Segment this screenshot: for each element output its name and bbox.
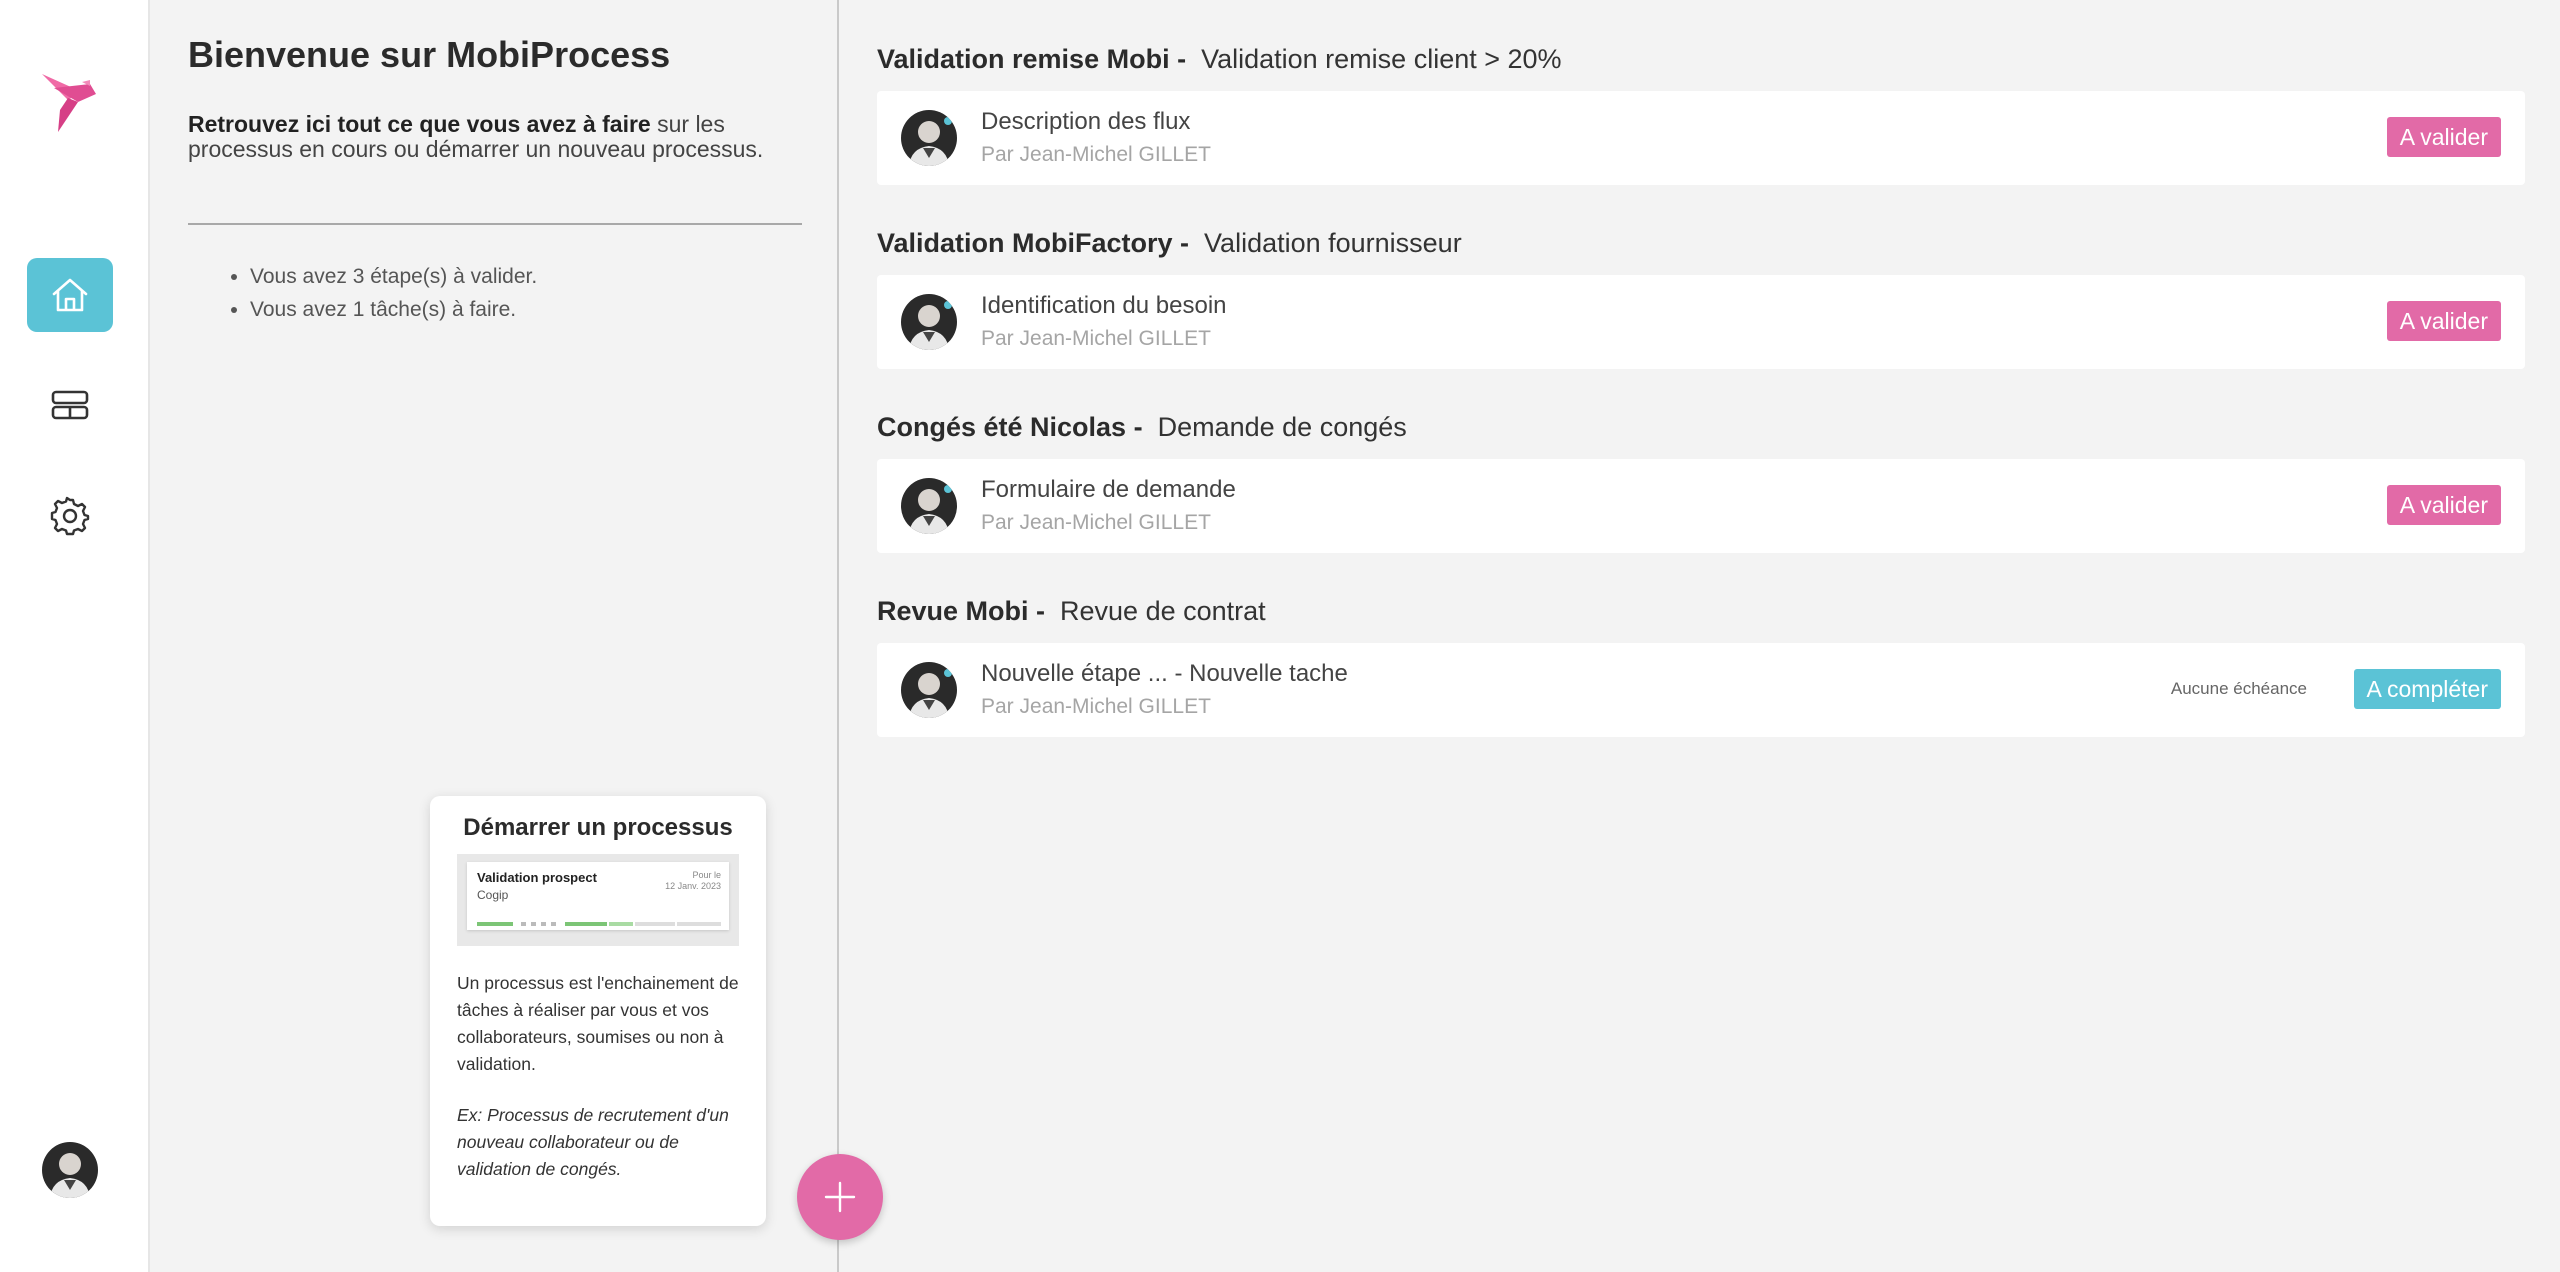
- process-header: Validation remise Mobi - Validation remi…: [877, 44, 1562, 75]
- start-process-card: Démarrer un processus Validation prospec…: [430, 796, 766, 1226]
- start-process-title: Démarrer un processus: [463, 814, 733, 841]
- intro-bold: Retrouvez ici tout ce que vous avez à fa…: [188, 111, 651, 137]
- bird-logo-icon[interactable]: [38, 70, 100, 136]
- welcome-intro: Retrouvez ici tout ce que vous avez à fa…: [188, 112, 778, 162]
- nav-rail: [0, 0, 150, 1272]
- preview-date: Pour le 12 Janv. 2023: [665, 870, 721, 892]
- nav-home-button[interactable]: [27, 258, 113, 332]
- process-preview-illustration: Validation prospect Cogip Pour le 12 Janv…: [457, 854, 739, 946]
- start-process-description: Un processus est l'enchainement de tâche…: [457, 973, 739, 1074]
- process-header: Congés été Nicolas - Demande de congés: [877, 412, 1407, 443]
- process-subtitle: Validation remise client > 20%: [1201, 44, 1562, 74]
- task-card[interactable]: Description des flux Par Jean-Michel GIL…: [877, 91, 2525, 185]
- preview-progress-icon: [477, 922, 721, 926]
- process-name: Revue Mobi -: [877, 596, 1046, 626]
- page-title: Bienvenue sur MobiProcess: [188, 34, 671, 75]
- author-avatar: [901, 662, 957, 718]
- divider: [188, 223, 802, 225]
- task-author: Par Jean-Michel GILLET: [981, 327, 1211, 350]
- process-subtitle: Revue de contrat: [1060, 596, 1266, 626]
- process-preview-card: Validation prospect Cogip Pour le 12 Janv…: [467, 862, 729, 930]
- author-avatar: [901, 478, 957, 534]
- process-header: Validation MobiFactory - Validation four…: [877, 228, 1462, 259]
- task-author: Par Jean-Michel GILLET: [981, 143, 1211, 166]
- deadline-label: Aucune échéance: [2170, 679, 2307, 698]
- complete-button[interactable]: A compléter: [2353, 669, 2501, 709]
- nav-processes-button[interactable]: [27, 368, 113, 442]
- todo-item-steps: Vous avez 3 étape(s) à valider.: [250, 266, 537, 288]
- task-card[interactable]: Identification du besoin Par Jean-Michel…: [877, 275, 2525, 369]
- author-avatar: [901, 294, 957, 350]
- task-author: Par Jean-Michel GILLET: [981, 511, 1211, 534]
- task-name: Identification du besoin: [981, 292, 1227, 319]
- preview-date-value: 12 Janv. 2023: [665, 881, 721, 891]
- process-name: Congés été Nicolas -: [877, 412, 1143, 442]
- start-process-example: Ex: Processus de recrutement d'un nouvea…: [457, 1105, 729, 1179]
- process-name: Validation MobiFactory -: [877, 228, 1190, 258]
- welcome-panel: Bienvenue sur MobiProcess Retrouvez ici …: [152, 0, 839, 1272]
- gear-icon: [50, 496, 90, 536]
- validate-button[interactable]: A valider: [2386, 117, 2501, 157]
- task-name: Description des flux: [981, 108, 1191, 135]
- preview-date-label: Pour le: [692, 870, 721, 880]
- process-list: Validation remise Mobi - Validation remi…: [841, 0, 2560, 1272]
- home-icon: [52, 278, 88, 312]
- preview-subtitle: Cogip: [477, 888, 509, 902]
- process-subtitle: Demande de congés: [1157, 412, 1407, 442]
- todo-summary-list: Vous avez 3 étape(s) à valider. Vous ave…: [250, 266, 537, 332]
- task-name: Formulaire de demande: [981, 476, 1236, 503]
- process-name: Validation remise Mobi -: [877, 44, 1187, 74]
- task-author: Par Jean-Michel GILLET: [981, 695, 1211, 718]
- task-card[interactable]: Formulaire de demande Par Jean-Michel GI…: [877, 459, 2525, 553]
- task-name: Nouvelle étape ... - Nouvelle tache: [981, 660, 1348, 687]
- processes-icon: [51, 390, 89, 420]
- process-subtitle: Validation fournisseur: [1204, 228, 1462, 258]
- preview-title: Validation prospect: [477, 870, 597, 885]
- validate-button[interactable]: A valider: [2386, 301, 2501, 341]
- todo-item-tasks: Vous avez 1 tâche(s) à faire.: [250, 299, 537, 321]
- user-avatar[interactable]: [42, 1142, 98, 1198]
- nav-settings-button[interactable]: [27, 478, 113, 552]
- validate-button[interactable]: A valider: [2386, 485, 2501, 525]
- author-avatar: [901, 110, 957, 166]
- task-card[interactable]: Nouvelle étape ... - Nouvelle tache Par …: [877, 643, 2525, 737]
- process-header: Revue Mobi - Revue de contrat: [877, 596, 1266, 627]
